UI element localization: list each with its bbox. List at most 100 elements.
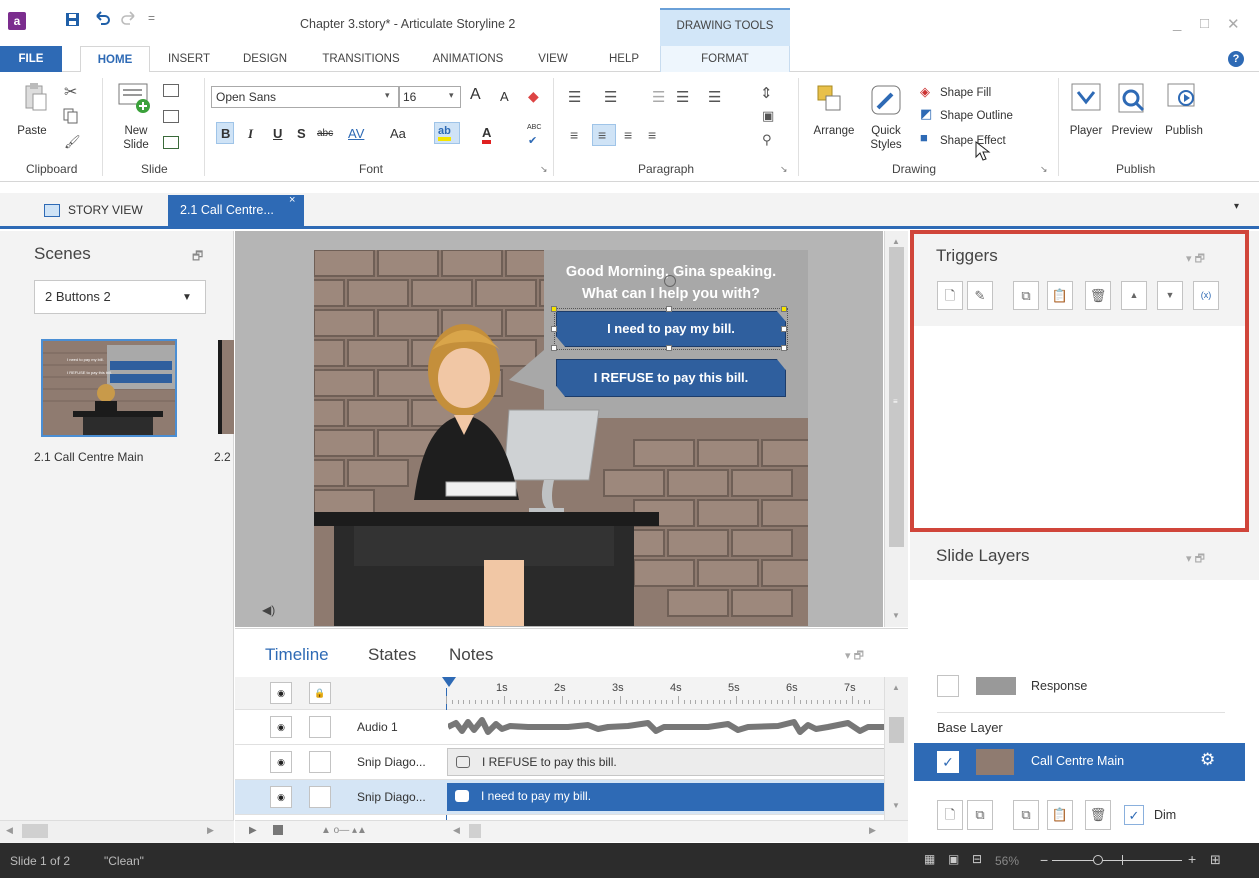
base-layer-row[interactable]: ✓ Call Centre Main ⚙ xyxy=(914,743,1245,781)
reset-slide-icon[interactable] xyxy=(163,136,179,149)
slide-thumbnail-2[interactable] xyxy=(218,340,234,434)
customize-icon[interactable]: = xyxy=(148,11,155,25)
zoom-slider[interactable] xyxy=(1052,860,1182,861)
panel-menu-icon[interactable]: ▾ 🗗 xyxy=(845,647,864,666)
layer-visibility-checkbox[interactable] xyxy=(937,675,959,697)
timeline-hscroll-thumb[interactable] xyxy=(469,824,481,838)
bold-button[interactable]: B xyxy=(221,126,230,141)
line-spacing-icon[interactable]: ☰ xyxy=(708,88,721,106)
new-layer-icon[interactable]: 🗋 xyxy=(937,800,963,830)
cut-icon[interactable]: ✂ xyxy=(64,82,77,102)
rotate-handle-icon[interactable] xyxy=(664,275,676,287)
shrink-font-icon[interactable]: A xyxy=(500,89,509,104)
shape-effect-icon[interactable]: ■ xyxy=(920,130,928,145)
zoom-in-button[interactable]: + xyxy=(1188,851,1196,867)
active-slide-tab[interactable]: 2.1 Call Centre... xyxy=(168,195,304,226)
strikethrough-button[interactable]: abc xyxy=(317,128,333,139)
bullets-icon[interactable]: ☰ xyxy=(568,88,581,106)
story-view-tab[interactable]: STORY VIEW xyxy=(68,203,143,217)
eye-icon[interactable]: ◉ xyxy=(270,682,292,704)
tab-animations[interactable]: ANIMATIONS xyxy=(418,46,518,72)
shape-fill-button[interactable]: Shape Fill xyxy=(940,86,991,100)
redo-icon[interactable] xyxy=(121,10,137,30)
scenes-scrollbar[interactable]: ◀ ▶ xyxy=(0,820,234,842)
timeline-ruler[interactable]: 1s 2s 3s 4s 5s 6s 7s xyxy=(446,680,880,708)
zoom-slider-thumb[interactable] xyxy=(1093,855,1103,865)
timeline-bar[interactable]: I REFUSE to pay this bill. xyxy=(447,748,885,776)
checkbox-checked-icon[interactable]: ✓ xyxy=(937,751,959,773)
duplicate-layer-icon[interactable]: ⧉ xyxy=(967,800,993,830)
tab-insert[interactable]: INSERT xyxy=(156,46,222,72)
resize-handle[interactable] xyxy=(551,326,557,332)
paste-icon[interactable] xyxy=(24,82,48,115)
zoom-slider-icon[interactable]: ▲ o— ▴▲ xyxy=(321,825,367,836)
layout-icon[interactable] xyxy=(163,84,179,97)
tab-states[interactable]: States xyxy=(368,645,416,665)
save-icon[interactable] xyxy=(65,12,80,31)
justify-icon[interactable]: ≡ xyxy=(648,127,656,143)
chevron-down-icon[interactable]: ▾ xyxy=(385,90,390,101)
tab-format[interactable]: FORMAT xyxy=(660,46,790,72)
stop-icon[interactable] xyxy=(273,825,283,835)
font-dialog-launcher-icon[interactable]: ↘ xyxy=(540,164,548,175)
highlight-button[interactable]: ab xyxy=(438,125,451,141)
timeline-row[interactable]: ◉ Audio 1 xyxy=(235,710,885,745)
player-icon[interactable] xyxy=(1070,82,1104,119)
resize-handle[interactable] xyxy=(781,306,787,312)
chevron-down-icon[interactable]: ▼ xyxy=(182,292,192,303)
undo-icon[interactable] xyxy=(94,10,110,30)
align-right-icon[interactable]: ≡ xyxy=(624,127,632,143)
numbering-icon[interactable]: ☰ xyxy=(604,88,617,106)
tab-file[interactable]: FILE xyxy=(0,46,62,72)
tab-help[interactable]: HELP xyxy=(596,46,652,72)
minimize-button[interactable]: _ xyxy=(1173,15,1181,32)
text-direction-icon[interactable]: ⇕ xyxy=(760,84,773,102)
tab-timeline[interactable]: Timeline xyxy=(265,645,329,665)
eye-icon[interactable]: ◉ xyxy=(270,751,292,773)
shape-outline-icon[interactable]: ◩ xyxy=(920,106,932,122)
timeline-bar[interactable]: I need to pay my bill. xyxy=(447,783,885,811)
tab-notes[interactable]: Notes xyxy=(449,645,493,665)
close-button[interactable]: ✕ xyxy=(1227,15,1240,33)
quick-styles-icon[interactable] xyxy=(870,84,904,119)
drawing-dialog-launcher-icon[interactable]: ↘ xyxy=(1040,164,1048,175)
scene-select[interactable]: 2 Buttons 2 xyxy=(34,280,206,314)
preview-view-icon[interactable]: ⊟ xyxy=(972,852,982,866)
new-slide-icon[interactable] xyxy=(118,82,152,117)
dim-checkbox[interactable]: ✓ xyxy=(1124,805,1144,825)
panel-menu-icon[interactable]: ▾ 🗗 xyxy=(1186,550,1205,569)
underline-button[interactable]: U xyxy=(273,126,282,141)
slide-thumbnail[interactable] xyxy=(41,339,177,437)
layer-name[interactable]: Response xyxy=(1031,679,1087,693)
resize-handle[interactable] xyxy=(666,345,672,351)
refuse-bill-button[interactable]: I REFUSE to pay this bill. xyxy=(556,359,786,397)
timeline-row[interactable]: ◉ Snip Diago... I REFUSE to pay this bil… xyxy=(235,745,885,780)
char-spacing-button[interactable]: AV xyxy=(348,126,364,141)
lock-checkbox[interactable] xyxy=(309,751,331,773)
slide-canvas[interactable] xyxy=(314,250,808,626)
zoom-out-button[interactable]: − xyxy=(1040,852,1048,868)
eye-icon[interactable]: ◉ xyxy=(270,786,292,808)
speaker-icon[interactable]: ◀) xyxy=(262,603,275,617)
scroll-left-icon[interactable]: ◀ xyxy=(453,825,460,836)
shadow-button[interactable]: S xyxy=(297,126,306,141)
arrange-icon[interactable] xyxy=(816,84,846,119)
chevron-down-icon[interactable]: ▾ xyxy=(1234,201,1239,212)
resize-handle[interactable] xyxy=(781,345,787,351)
tab-view[interactable]: VIEW xyxy=(528,46,578,72)
shape-outline-button[interactable]: Shape Outline xyxy=(940,109,1013,123)
lock-checkbox[interactable] xyxy=(309,716,331,738)
chevron-down-icon[interactable]: ▾ xyxy=(449,90,454,101)
duplicate-slide-icon[interactable] xyxy=(163,110,179,123)
clear-format-icon[interactable]: ◆ xyxy=(528,88,539,105)
copy-icon[interactable] xyxy=(63,108,79,127)
paragraph-dialog-launcher-icon[interactable]: ↘ xyxy=(780,164,788,175)
play-icon[interactable]: ▶ xyxy=(249,825,257,836)
format-painter-icon[interactable]: 🖌 xyxy=(64,134,81,150)
float-panel-icon[interactable]: 🗗 xyxy=(192,247,203,268)
fit-to-window-icon[interactable]: ⊞ xyxy=(1210,852,1221,868)
close-tab-icon[interactable]: × xyxy=(289,194,295,206)
timeline-row[interactable]: ◉ Snip Diago... I need to pay my bill. xyxy=(235,780,885,815)
tab-transitions[interactable]: TRANSITIONS xyxy=(308,46,414,72)
change-case-button[interactable]: Aa xyxy=(390,126,406,141)
